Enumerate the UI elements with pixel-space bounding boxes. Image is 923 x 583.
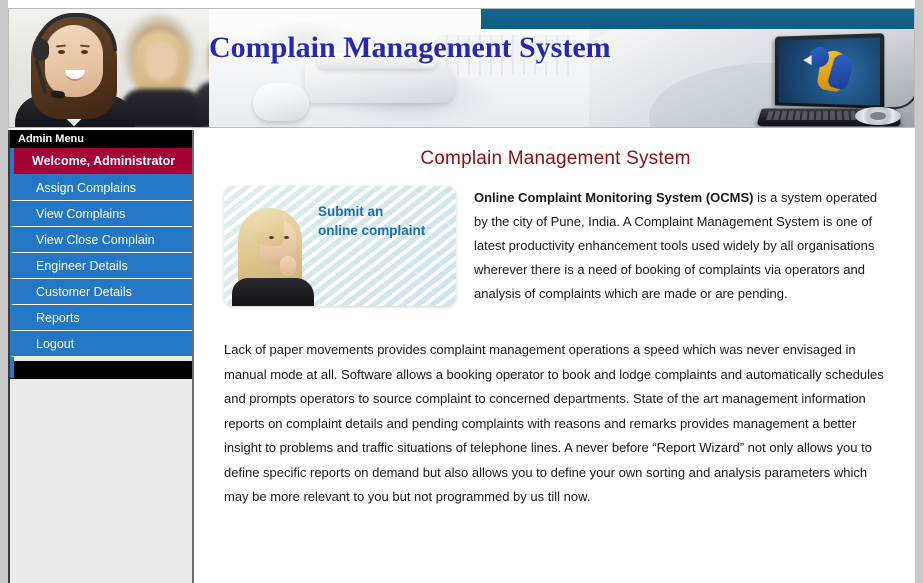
sidebar-item-view-complains[interactable]: View Complains	[10, 201, 192, 227]
admin-menu-header: Admin Menu	[10, 130, 192, 148]
page-right-margin	[915, 0, 923, 583]
site-header-banner: Complain Management System	[8, 8, 915, 128]
sidebar-item-logout[interactable]: Logout	[10, 331, 192, 357]
parrot-head-icon	[809, 46, 829, 68]
admin-sidebar: Admin Menu Welcome, Administrator Assign…	[8, 130, 194, 583]
cd-disc	[855, 107, 901, 125]
promo-woman-body	[232, 278, 314, 306]
intro-section: Submit an online complaint Online Compla…	[196, 186, 915, 316]
cd-center-hole	[870, 112, 886, 120]
parrot-beak-icon	[803, 55, 812, 66]
promo-woman-eye-left	[269, 236, 274, 239]
site-title: Complain Management System	[209, 31, 611, 64]
sidebar-item-reports[interactable]: Reports	[10, 305, 192, 331]
sidebar-item-customer-details[interactable]: Customer Details	[10, 279, 192, 305]
background-person-one-face	[145, 41, 177, 81]
intro-paragraph-rest: is a system operated by the city of Pune…	[474, 190, 878, 301]
main-content: Complain Management System Submit an onl…	[196, 130, 915, 583]
intro-paragraph-lead: Online Complaint Monitoring System (OCMS…	[474, 190, 754, 205]
headset-earcup-icon	[33, 39, 49, 61]
body-paragraph: Lack of paper movements provides complai…	[224, 342, 884, 504]
promo-woman-hand	[280, 256, 296, 276]
admin-menu: Admin Menu Welcome, Administrator Assign…	[10, 130, 192, 379]
laptop-with-parrot-wallpaper-photo	[589, 29, 914, 127]
sidebar-item-welcome-administrator[interactable]: Welcome, Administrator	[10, 148, 192, 175]
promo-line-two: online complaint	[318, 223, 426, 238]
sidebar-item-view-close-complain[interactable]: View Close Complain	[10, 227, 192, 253]
promo-woman-eye-right	[284, 236, 289, 239]
submit-online-complaint-banner[interactable]: Submit an online complaint	[224, 186, 456, 306]
admin-menu-footer-bar	[10, 361, 192, 379]
page-left-margin	[0, 0, 8, 583]
page-title: Complain Management System	[420, 148, 691, 169]
laptop-screen	[774, 33, 885, 109]
promo-line-one: Submit an	[318, 204, 384, 219]
call-center-operator-photo	[9, 9, 209, 127]
sidebar-item-assign-complains[interactable]: Assign Complains	[10, 175, 192, 201]
promo-woman-hair-front	[252, 210, 284, 246]
laptop-wallpaper	[778, 37, 881, 106]
sidebar-item-engineer-details[interactable]: Engineer Details	[10, 253, 192, 279]
header-teal-accent-bar	[481, 9, 914, 29]
background-person-two-body	[193, 81, 209, 127]
laptop-cable	[881, 45, 914, 109]
promo-banner-text: Submit an online complaint	[318, 202, 425, 240]
computer-mouse-shape	[253, 83, 309, 121]
page-root: Complain Management System Admin Menu We…	[0, 0, 923, 583]
